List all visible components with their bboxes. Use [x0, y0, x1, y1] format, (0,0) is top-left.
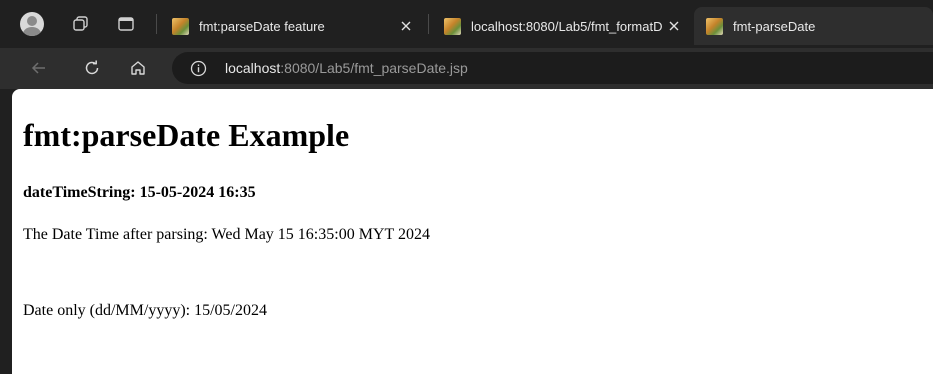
tab-strip: fmt:parseDate feature localhost:8080/Lab…: [0, 0, 933, 48]
tab-title: localhost:8080/Lab5/fmt_formatD: [471, 18, 663, 34]
tab-actions-icon[interactable]: [115, 13, 137, 35]
home-icon[interactable]: [126, 56, 150, 80]
tab-divider: [428, 14, 429, 34]
datetime-string-heading: dateTimeString: 15-05-2024 16:35: [23, 184, 256, 201]
refresh-icon[interactable]: [80, 56, 104, 80]
site-info-icon[interactable]: [189, 59, 207, 77]
url-host: localhost: [225, 60, 281, 76]
tab-title: fmt:parseDate feature: [199, 18, 325, 34]
page-content: fmt:parseDate Example dateTimeString: 15…: [12, 89, 933, 374]
parsed-datetime-text: The Date Time after parsing: Wed May 15 …: [23, 226, 430, 243]
workspaces-icon[interactable]: [70, 13, 92, 35]
close-icon[interactable]: [666, 18, 682, 34]
tab-fmt-formatdate[interactable]: localhost:8080/Lab5/fmt_formatD: [432, 7, 692, 45]
url-path: :8080/Lab5/fmt_parseDate.jsp: [280, 60, 468, 76]
site-favicon-icon: [444, 17, 461, 35]
page-title: fmt:parseDate Example: [23, 117, 350, 153]
date-only-text: Date only (dd/MM/yyyy): 15/05/2024: [23, 302, 267, 319]
tab-title: fmt-parseDate: [733, 18, 816, 34]
back-arrow-icon[interactable]: [27, 56, 51, 80]
tab-divider: [156, 14, 157, 34]
site-favicon-icon: [706, 17, 723, 35]
close-icon[interactable]: [398, 18, 414, 34]
address-bar[interactable]: localhost:8080/Lab5/fmt_parseDate.jsp: [172, 52, 933, 84]
profile-avatar[interactable]: [20, 12, 44, 36]
tab-fmt-parsedate-feature[interactable]: fmt:parseDate feature: [160, 7, 424, 45]
tab-fmt-parsedate[interactable]: fmt-parseDate: [694, 7, 933, 45]
url-text[interactable]: localhost:8080/Lab5/fmt_parseDate.jsp: [225, 60, 468, 76]
browser-toolbar: localhost:8080/Lab5/fmt_parseDate.jsp: [0, 48, 933, 89]
site-favicon-icon: [172, 17, 189, 35]
